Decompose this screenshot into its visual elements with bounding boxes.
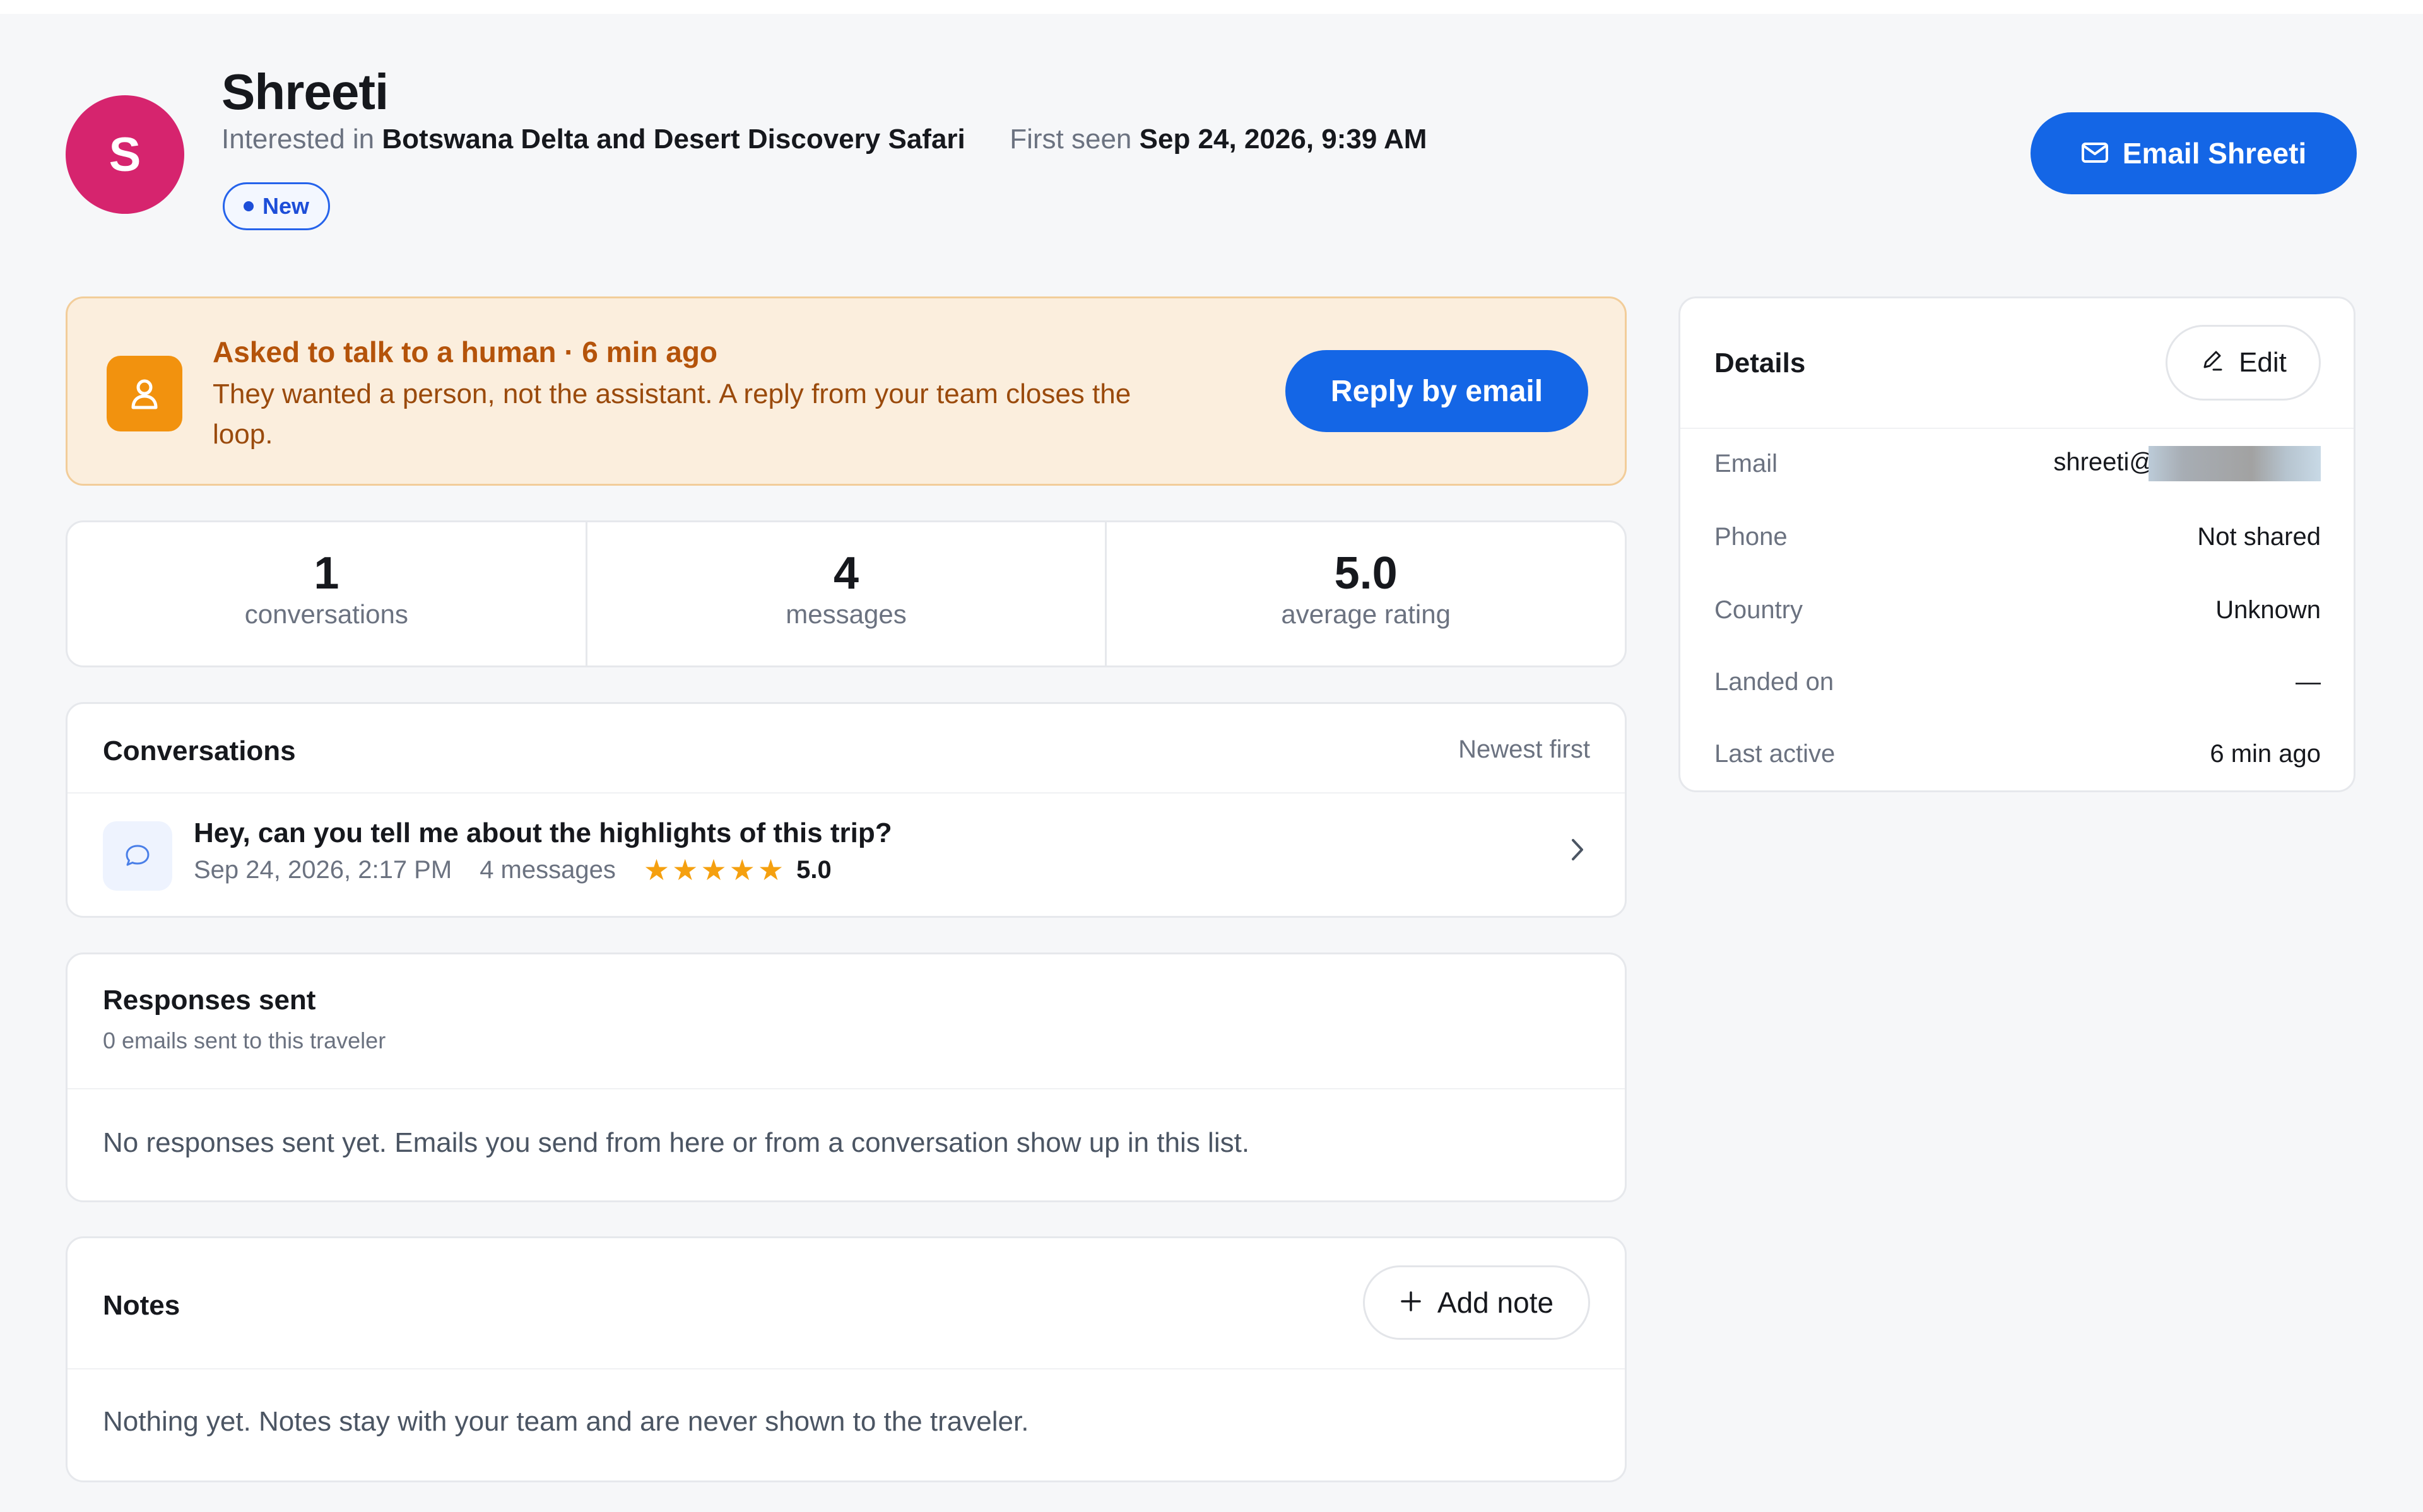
detail-value: — (2296, 667, 2321, 696)
profile-subline: Interested in Botswana Delta and Desert … (221, 124, 1427, 155)
alert-title: Asked to talk to a human · 6 min ago (213, 336, 718, 368)
top-bar (0, 0, 2423, 14)
pencil-icon (2200, 347, 2225, 379)
rating-stars: ★ ★ ★ ★ ★ (644, 855, 784, 884)
first-seen-label: First seen (1010, 124, 1132, 155)
conversation-meta: Sep 24, 2026, 2:17 PM 4 messages ★ ★ ★ ★ ★ 5… (194, 855, 832, 884)
add-note-button[interactable]: Add note (1363, 1265, 1590, 1340)
edit-label: Edit (2239, 347, 2287, 378)
email-button-label: Email Shreeti (2122, 137, 2307, 170)
star-icon: ★ (757, 853, 784, 886)
detail-value: Not shared (2197, 522, 2321, 551)
star-icon: ★ (700, 853, 727, 886)
page-title: Shreeti (221, 64, 389, 120)
detail-row-phone: Phone Not shared (1714, 518, 2321, 556)
responses-title: Responses sent (103, 985, 316, 1016)
detail-label: Phone (1714, 522, 1788, 551)
star-icon: ★ (643, 853, 670, 886)
conversations-title: Conversations (103, 735, 296, 766)
detail-row-country: Country Unknown (1714, 591, 2321, 629)
edit-details-button[interactable]: Edit (2166, 325, 2321, 401)
stat-messages: 4 messages (587, 522, 1107, 665)
conversation-rating: 5.0 (796, 855, 832, 884)
star-icon: ★ (672, 853, 699, 886)
responses-empty-text: No responses sent yet. Emails you send f… (103, 1127, 1250, 1158)
person-icon (107, 356, 182, 431)
divider (68, 1088, 1625, 1089)
detail-value: 6 min ago (2210, 739, 2321, 768)
stat-conversations: 1 conversations (68, 522, 587, 665)
avatar: S (66, 95, 184, 214)
conversation-date: Sep 24, 2026, 2:17 PM (194, 855, 452, 884)
reply-by-email-button[interactable]: Reply by email (1285, 350, 1588, 432)
sort-order[interactable]: Newest first (1458, 735, 1590, 764)
human-request-alert: Asked to talk to a human · 6 min ago The… (66, 296, 1627, 486)
notes-card: Notes Add note Nothing yet. Notes stay w… (66, 1236, 1627, 1482)
conversation-message-count: 4 messages (480, 855, 616, 884)
responses-subtitle: 0 emails sent to this traveler (103, 1028, 386, 1053)
notes-title: Notes (103, 1290, 180, 1321)
stat-label: messages (786, 599, 907, 629)
add-note-label: Add note (1437, 1286, 1554, 1319)
responses-card: Responses sent 0 emails sent to this tra… (66, 952, 1627, 1202)
detail-value-email: shreeti@ (2053, 446, 2321, 481)
email-traveler-button[interactable]: Email Shreeti (2031, 112, 2357, 194)
detail-row-last-active: Last active 6 min ago (1714, 735, 2321, 773)
interested-trip: Botswana Delta and Desert Discovery Safa… (382, 124, 965, 155)
email-value: shreeti@ (2053, 448, 2155, 476)
redacted-block (2149, 446, 2321, 481)
detail-label: Landed on (1714, 667, 1834, 696)
divider (68, 792, 1625, 794)
chat-bubble-icon (103, 821, 172, 891)
detail-label: Country (1714, 595, 1803, 624)
details-card: Details Edit Email shreeti@ Phone Not sh… (1678, 296, 2355, 792)
divider (1680, 428, 2354, 429)
detail-value: Unknown (2215, 595, 2321, 624)
mail-icon (2081, 136, 2109, 170)
stat-label: average rating (1281, 599, 1451, 629)
detail-row-email: Email shreeti@ (1714, 445, 2321, 483)
status-label: New (262, 193, 310, 219)
stat-value: 4 (833, 548, 859, 599)
stat-value: 5.0 (1334, 548, 1398, 599)
stat-label: conversations (244, 599, 408, 629)
conversation-row[interactable]: Hey, can you tell me about the highlight… (68, 796, 1625, 916)
first-seen-value: Sep 24, 2026, 9:39 AM (1139, 124, 1427, 155)
conversation-question: Hey, can you tell me about the highlight… (194, 818, 892, 848)
stat-value: 1 (314, 548, 339, 599)
chevron-right-icon (1568, 834, 1587, 869)
status-dot (244, 201, 254, 211)
notes-empty-text: Nothing yet. Notes stay with your team a… (103, 1406, 1029, 1437)
details-title: Details (1714, 348, 1806, 378)
alert-body: They wanted a person, not the assistant.… (213, 378, 1131, 450)
detail-row-landed-on: Landed on — (1714, 663, 2321, 701)
status-badge: New (223, 182, 331, 230)
detail-label: Email (1714, 449, 1778, 478)
interested-label: Interested in (221, 124, 375, 155)
stats-card: 1 conversations 4 messages 5.0 average r… (66, 520, 1627, 667)
plus-icon (1400, 1286, 1422, 1320)
star-icon: ★ (729, 853, 755, 886)
conversations-card: Conversations Newest first Hey, can you … (66, 702, 1627, 918)
stat-average-rating: 5.0 average rating (1107, 522, 1625, 665)
detail-label: Last active (1714, 739, 1836, 768)
divider (68, 1368, 1625, 1369)
